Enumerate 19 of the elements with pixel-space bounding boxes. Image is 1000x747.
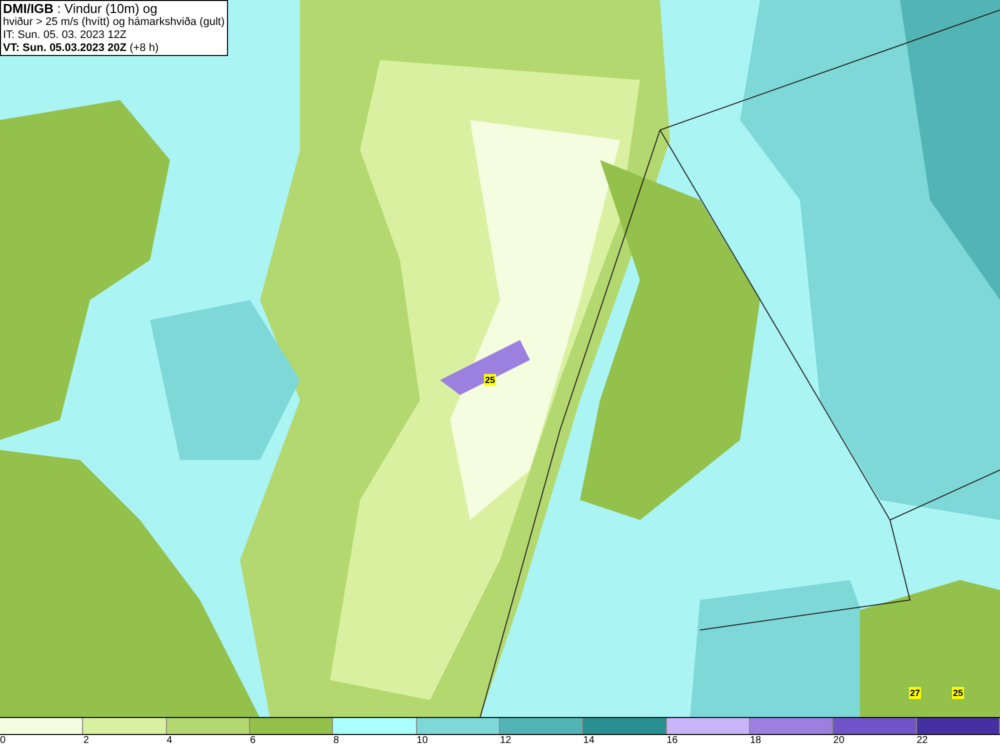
legend-tick: 22: [916, 735, 928, 746]
gust-label: 25: [952, 687, 964, 699]
header-line: hviður > 25 m/s (hvítt) og hámarkshviða (gult): [3, 16, 225, 29]
legend-tick: 4: [166, 735, 172, 746]
gust-label: 27: [909, 687, 922, 699]
legend-tick: 20: [833, 735, 844, 746]
legend-tick: 16: [666, 735, 678, 746]
legend-tick: 6: [250, 735, 256, 746]
header-line: DMI/IGB : Vindur (10m) og: [3, 1, 158, 16]
legend-tick: 8: [333, 735, 339, 746]
legend-tick: 0: [0, 735, 6, 746]
header-line: VT: Sun. 05.03.2023 20Z (+8 h): [3, 42, 160, 55]
header-line: IT: Sun. 05. 03. 2023 12Z: [3, 29, 128, 42]
legend-tick: 14: [583, 735, 594, 746]
legend-tick: 12: [500, 735, 512, 746]
gust-label: 25: [484, 374, 496, 386]
legend-tick: 18: [750, 735, 762, 746]
legend-tick: 10: [416, 735, 428, 746]
legend-tick: 2: [83, 735, 89, 746]
